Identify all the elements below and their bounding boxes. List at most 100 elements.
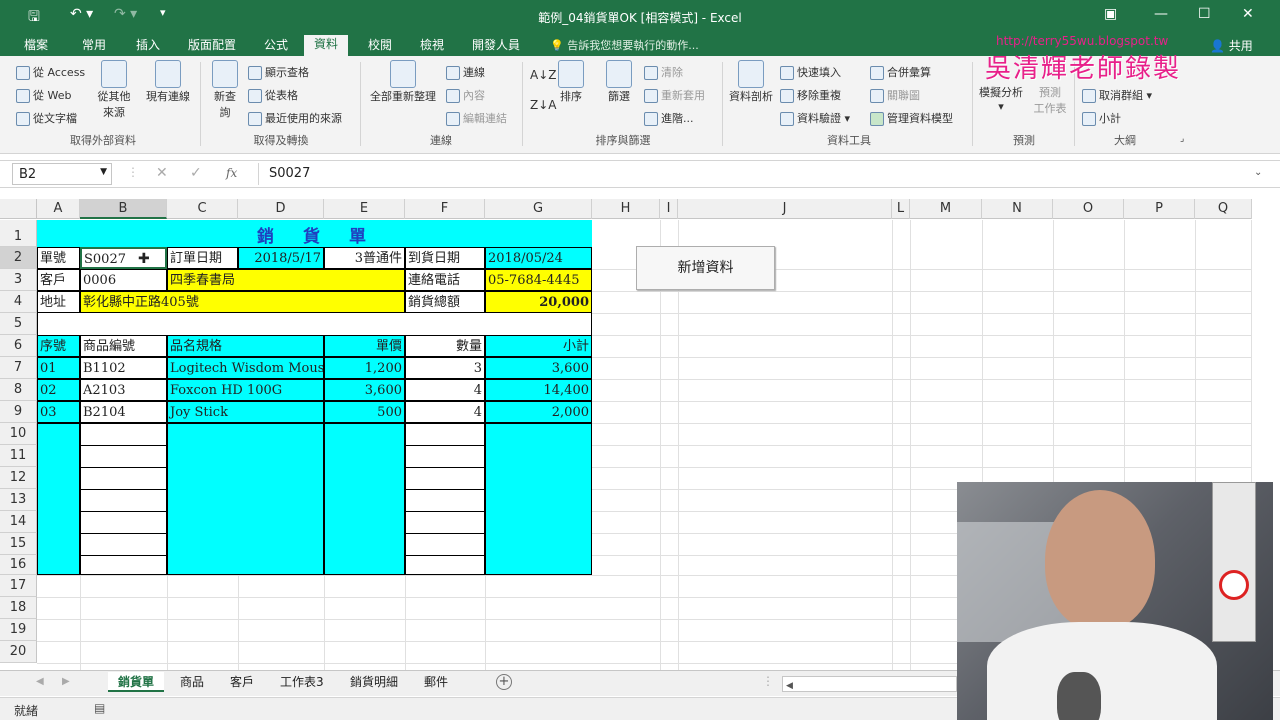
item-seq[interactable]: 02 [37, 379, 80, 401]
header-subtotal[interactable]: 小計 [485, 335, 592, 357]
header-price[interactable]: 單價 [324, 335, 405, 357]
row-header[interactable]: 9 [0, 401, 37, 423]
sheet-tab-sales-detail[interactable]: 銷貨明細 [340, 672, 408, 692]
sort-az-button[interactable]: A↓Z [530, 68, 556, 82]
col-header-g[interactable]: G [485, 199, 592, 219]
cell-b2-selected[interactable]: S0027 [80, 247, 167, 269]
recent-sources-button[interactable]: 最近使用的來源 [248, 110, 342, 126]
maximize-icon[interactable]: ☐ [1198, 6, 1211, 22]
reapply-button[interactable]: 重新套用 [644, 87, 705, 103]
connections-button[interactable]: 連線 [446, 64, 485, 80]
tab-layout[interactable]: 版面配置 [178, 36, 246, 56]
subtotal-button[interactable]: 小計 [1082, 110, 1121, 126]
col-header-p[interactable]: P [1124, 199, 1195, 219]
cell-c3[interactable]: 四季春書局 [167, 269, 405, 291]
dialog-launcher-icon[interactable]: ⌟ [1180, 134, 1184, 144]
item-code[interactable]: A2103 [80, 379, 167, 401]
col-header-q[interactable]: Q [1195, 199, 1252, 219]
tab-insert[interactable]: 插入 [126, 36, 170, 56]
cell-f4[interactable]: 銷貨總額 [405, 291, 485, 313]
sheet-tab-sheet3[interactable]: 工作表3 [270, 672, 334, 692]
row-header[interactable]: 5 [0, 313, 37, 335]
col-header-m[interactable]: M [910, 199, 982, 219]
from-access-button[interactable]: 從 Access [16, 64, 85, 80]
cell-a4[interactable]: 地址 [37, 291, 80, 313]
col-header-c[interactable]: C [167, 199, 238, 219]
cell-e2[interactable]: 3普通件 [324, 247, 405, 269]
row-header[interactable]: 17 [0, 575, 37, 597]
next-sheet-icon[interactable]: ▶ [62, 676, 70, 687]
col-header-d[interactable]: D [238, 199, 324, 219]
row-header[interactable]: 1 [0, 220, 37, 247]
item-qty[interactable]: 4 [405, 401, 485, 423]
row-header[interactable]: 16 [0, 555, 37, 575]
cell-f2[interactable]: 到貨日期 [405, 247, 485, 269]
col-header-b[interactable]: B [80, 199, 167, 219]
row-header[interactable]: 18 [0, 597, 37, 619]
empty-price-column[interactable] [324, 423, 405, 575]
col-header-h[interactable]: H [592, 199, 660, 219]
new-query-button[interactable]: 新查 詢 [206, 60, 244, 120]
empty-name-column[interactable] [167, 423, 324, 575]
advanced-filter-button[interactable]: 進階... [644, 110, 694, 126]
tab-formulas[interactable]: 公式 [254, 36, 298, 56]
cell-f3[interactable]: 連絡電話 [405, 269, 485, 291]
sort-button[interactable]: 排序 [556, 60, 586, 104]
properties-button[interactable]: 內容 [446, 87, 485, 103]
select-all-corner[interactable] [0, 199, 37, 219]
cell-a2[interactable]: 單號 [37, 247, 80, 269]
customize-qat-icon[interactable]: ▾ [160, 6, 166, 19]
header-name[interactable]: 品名規格 [167, 335, 324, 357]
header-code[interactable]: 商品編號 [80, 335, 167, 357]
undo-icon[interactable]: ↶ ▾ [70, 6, 93, 22]
ungroup-button[interactable]: 取消群組 ▾ [1082, 87, 1152, 103]
redo-icon[interactable]: ↷ ▾ [114, 6, 137, 22]
from-text-button[interactable]: 從文字檔 [16, 110, 77, 126]
header-seq[interactable]: 序號 [37, 335, 80, 357]
item-seq[interactable]: 01 [37, 357, 80, 379]
item-subtotal[interactable]: 3,600 [485, 357, 592, 379]
row-header[interactable]: 13 [0, 489, 37, 511]
sheet-tab-sales[interactable]: 銷貨單 [108, 672, 165, 692]
enter-icon[interactable]: ✓ [190, 165, 202, 181]
item-subtotal[interactable]: 14,400 [485, 379, 592, 401]
item-code[interactable]: B2104 [80, 401, 167, 423]
cell-c2[interactable]: 訂單日期 [167, 247, 238, 269]
refresh-all-button[interactable]: 全部重新整理 [366, 60, 440, 104]
col-header-j[interactable]: J [678, 199, 892, 219]
add-sheet-icon[interactable]: + [496, 674, 512, 690]
col-header-o[interactable]: O [1053, 199, 1124, 219]
item-price[interactable]: 500 [324, 401, 405, 423]
flash-fill-button[interactable]: 快速填入 [780, 64, 841, 80]
empty-qty-column[interactable] [405, 423, 485, 575]
cell-g4[interactable]: 20,000 [485, 291, 592, 313]
item-subtotal[interactable]: 2,000 [485, 401, 592, 423]
clear-filter-button[interactable]: 清除 [644, 64, 683, 80]
cell-a3[interactable]: 客戶 [37, 269, 80, 291]
macro-record-icon[interactable]: ▤ [94, 701, 105, 715]
empty-subtotal-column[interactable] [485, 423, 592, 575]
expand-formula-icon[interactable]: ⌄ [1254, 167, 1262, 178]
header-qty[interactable]: 數量 [405, 335, 485, 357]
item-qty[interactable]: 3 [405, 357, 485, 379]
item-code[interactable]: B1102 [80, 357, 167, 379]
tab-home[interactable]: 常用 [72, 36, 116, 56]
name-box[interactable]: B2 ▼ [12, 163, 112, 185]
row-header[interactable]: 19 [0, 619, 37, 641]
save-icon[interactable]: 🖫 [28, 6, 40, 30]
horizontal-scrollbar[interactable]: ◀ [782, 676, 957, 692]
cancel-icon[interactable]: ✕ [156, 165, 168, 181]
sheet-tab-products[interactable]: 商品 [170, 672, 214, 692]
tab-review[interactable]: 校閱 [358, 36, 402, 56]
empty-seq-column[interactable] [37, 423, 80, 575]
row-header[interactable]: 8 [0, 379, 37, 401]
show-queries-button[interactable]: 顯示查格 [248, 64, 309, 80]
cell-b4[interactable]: 彰化縣中正路405號 [80, 291, 405, 313]
item-name[interactable]: Logitech Wisdom Mouse [167, 357, 324, 379]
sort-za-button[interactable]: Z↓A [530, 98, 556, 112]
col-header-n[interactable]: N [982, 199, 1053, 219]
from-table-button[interactable]: 從表格 [248, 87, 298, 103]
edit-links-button[interactable]: 編輯連結 [446, 110, 507, 126]
row-header[interactable]: 15 [0, 533, 37, 555]
row-header[interactable]: 3 [0, 269, 37, 291]
